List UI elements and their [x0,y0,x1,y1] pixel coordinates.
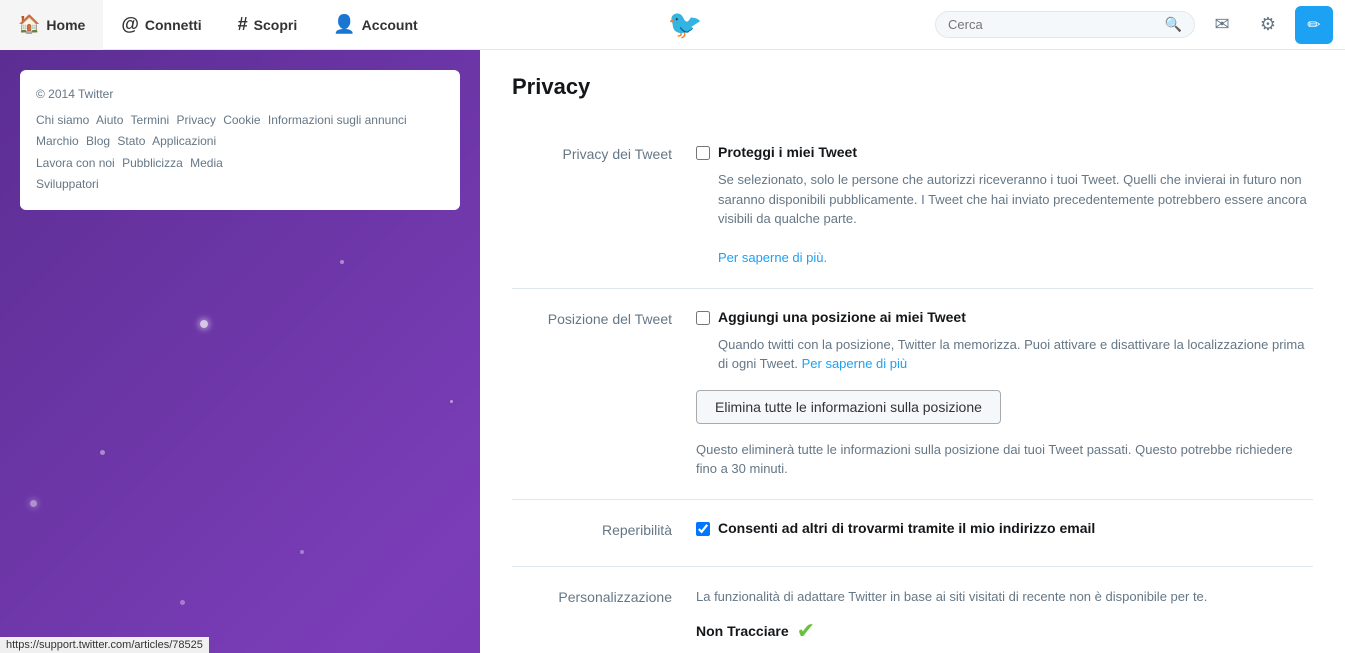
messages-button[interactable]: ✉ [1203,6,1241,44]
reperibilita-checkbox-row: Consenti ad altri di trovarmi tramite il… [696,520,1313,536]
main-layout: © 2014 Twitter Chi siamo Aiuto Termini P… [0,50,1345,653]
privacy-title: Privacy [512,74,1313,100]
footer-link-lavora[interactable]: Lavora con noi [36,156,115,170]
privacy-tweet-content: Proteggi i miei Tweet Se selezionato, so… [696,144,1313,268]
nav-account[interactable]: 👤 Account [315,0,435,50]
privacy-tweet-desc: Se selezionato, solo le persone che auto… [718,170,1313,268]
non-tracciare-label: Non Tracciare [696,623,789,639]
footer-link-sviluppatori[interactable]: Sviluppatori [36,177,99,191]
personalizzazione-label: Personalizzazione [512,587,672,653]
search-input[interactable] [948,17,1165,32]
posizione-tweet-label: Posizione del Tweet [512,309,672,479]
footer-link-applicazioni[interactable]: Applicazioni [152,134,216,148]
footer-link-pubblicizza[interactable]: Pubblicizza [122,156,183,170]
nav-home[interactable]: 🏠 Home [0,0,103,50]
footer-link-aiuto[interactable]: Aiuto [96,113,123,127]
footer-link-termini[interactable]: Termini [131,113,170,127]
top-navigation: 🏠 Home @ Connetti # Scopri 👤 Account 🐦 🔍… [0,0,1345,50]
footer-link-marchio[interactable]: Marchio [36,134,79,148]
posizione-tweet-checkbox-label[interactable]: Aggiungi una posizione ai miei Tweet [718,309,966,325]
reperibilita-checkbox-label[interactable]: Consenti ad altri di trovarmi tramite il… [718,520,1095,536]
compose-icon: ✏ [1307,15,1320,35]
delete-location-button[interactable]: Elimina tutte le informazioni sulla posi… [696,390,1001,424]
posizione-tweet-desc: Quando twitti con la posizione, Twitter … [718,335,1313,374]
proteggi-tweet-checkbox[interactable] [696,146,710,160]
nav-connetti[interactable]: @ Connetti [103,0,219,50]
envelope-icon: ✉ [1214,14,1229,35]
left-sidebar: © 2014 Twitter Chi siamo Aiuto Termini P… [0,50,480,653]
reperibilita-content: Consenti ad altri di trovarmi tramite il… [696,520,1313,546]
checkmark-icon: ✔ [797,618,815,644]
compose-button[interactable]: ✏ [1295,6,1333,44]
reperibilita-checkbox[interactable] [696,522,710,536]
nav-center: 🐦 [436,8,935,41]
status-bar: https://support.twitter.com/articles/785… [0,637,209,653]
footer-link-media[interactable]: Media [190,156,223,170]
privacy-tweet-checkbox-row: Proteggi i miei Tweet [696,144,1313,160]
nav-account-label: Account [362,17,418,33]
footer-link-chi-siamo[interactable]: Chi siamo [36,113,89,127]
proteggi-tweet-label[interactable]: Proteggi i miei Tweet [718,144,857,160]
nav-home-label: Home [46,17,85,33]
footer-link-blog[interactable]: Blog [86,134,110,148]
content-area: Privacy Privacy dei Tweet Proteggi i mie… [480,50,1345,653]
personalizzazione-content: La funzionalità di adattare Twitter in b… [696,587,1313,653]
posizione-tweet-section: Posizione del Tweet Aggiungi una posizio… [512,289,1313,500]
footer-copyright: © 2014 Twitter [36,84,444,106]
personalizzazione-desc: La funzionalità di adattare Twitter in b… [696,587,1313,607]
gear-icon: ⚙ [1260,14,1276,35]
twitter-logo: 🐦 [668,8,703,41]
posizione-tweet-checkbox-row: Aggiungi una posizione ai miei Tweet [696,309,1313,325]
reperibilita-section: Reperibilità Consenti ad altri di trovar… [512,500,1313,567]
privacy-panel: Privacy Privacy dei Tweet Proteggi i mie… [480,50,1345,653]
footer-link-cookie[interactable]: Cookie [223,113,260,127]
privacy-tweet-label: Privacy dei Tweet [512,144,672,268]
at-icon: @ [121,14,139,35]
footer-link-stato[interactable]: Stato [117,134,145,148]
nav-left: 🏠 Home @ Connetti # Scopri 👤 Account [0,0,436,50]
reperibilita-label: Reperibilità [512,520,672,546]
settings-button[interactable]: ⚙ [1249,6,1287,44]
hashtag-icon: # [238,14,248,35]
privacy-tweet-link[interactable]: Per saperne di più. [718,250,827,265]
posizione-tweet-link[interactable]: Per saperne di più [802,356,908,371]
home-icon: 🏠 [18,14,40,35]
posizione-tweet-content: Aggiungi una posizione ai miei Tweet Qua… [696,309,1313,479]
nav-right: 🔍 ✉ ⚙ ✏ [935,6,1345,44]
footer-links-list: Chi siamo Aiuto Termini Privacy Cookie I… [36,110,444,196]
footer-link-privacy[interactable]: Privacy [177,113,216,127]
posizione-delete-desc: Questo eliminerà tutte le informazioni s… [696,440,1313,479]
footer-links-panel: © 2014 Twitter Chi siamo Aiuto Termini P… [20,70,460,210]
user-icon: 👤 [333,14,355,35]
footer-link-informazioni[interactable]: Informazioni sugli annunci [268,113,407,127]
search-bar[interactable]: 🔍 [935,11,1195,38]
search-icon[interactable]: 🔍 [1165,16,1182,33]
nav-scopri-label: Scopri [254,17,298,33]
personalizzazione-section: Personalizzazione La funzionalità di ada… [512,567,1313,653]
status-url: https://support.twitter.com/articles/785… [6,639,203,651]
posizione-tweet-checkbox[interactable] [696,311,710,325]
nav-connetti-label: Connetti [145,17,202,33]
nav-scopri[interactable]: # Scopri [220,0,316,50]
privacy-tweet-section: Privacy dei Tweet Proteggi i miei Tweet … [512,124,1313,289]
non-tracciare-row: Non Tracciare ✔ [696,618,1313,644]
